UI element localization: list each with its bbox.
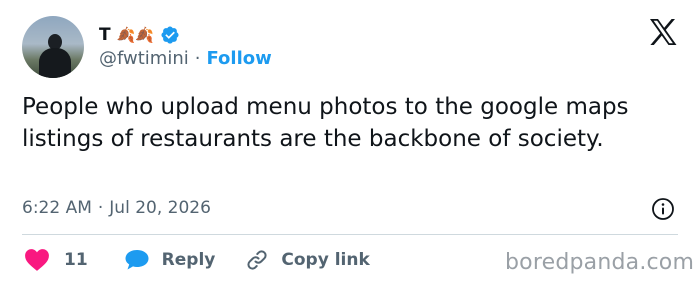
- author-handle[interactable]: @fwtimini: [99, 48, 189, 69]
- verified-badge-icon: [161, 26, 179, 44]
- follow-button[interactable]: Follow: [206, 48, 271, 69]
- action-bar: 11 Reply Copy link: [22, 246, 370, 274]
- like-button[interactable]: 11: [22, 248, 88, 272]
- avatar[interactable]: [22, 16, 84, 78]
- author-name-emojis: 🍂🍂: [116, 25, 154, 44]
- meta-separator: ·: [97, 198, 104, 218]
- link-icon: [247, 250, 267, 270]
- reply-button[interactable]: Reply: [124, 248, 216, 272]
- heart-icon: [25, 249, 49, 271]
- tweet-date[interactable]: Jul 20, 2026: [109, 198, 211, 218]
- divider: [22, 234, 678, 235]
- reply-bubble-icon: [125, 250, 149, 270]
- author-name-row: T 🍂🍂: [99, 22, 180, 48]
- author-handle-row: @fwtimini · Follow: [99, 48, 272, 69]
- author-display-name[interactable]: T: [99, 25, 111, 45]
- tweet-text: People who upload menu photos to the goo…: [22, 94, 629, 152]
- info-icon[interactable]: [651, 197, 675, 221]
- avatar-person-body: [39, 48, 71, 78]
- x-logo-icon[interactable]: [648, 18, 678, 46]
- copy-link-button[interactable]: Copy link: [245, 248, 370, 272]
- boredpanda-watermark: boredpanda.com: [505, 250, 695, 275]
- copy-link-label: Copy link: [281, 250, 370, 270]
- handle-separator: ·: [194, 48, 201, 69]
- reply-label: Reply: [161, 250, 216, 270]
- like-count: 11: [64, 250, 88, 270]
- tweet-time[interactable]: 6:22 AM: [22, 198, 92, 218]
- tweet-meta: 6:22 AM · Jul 20, 2026: [22, 198, 211, 218]
